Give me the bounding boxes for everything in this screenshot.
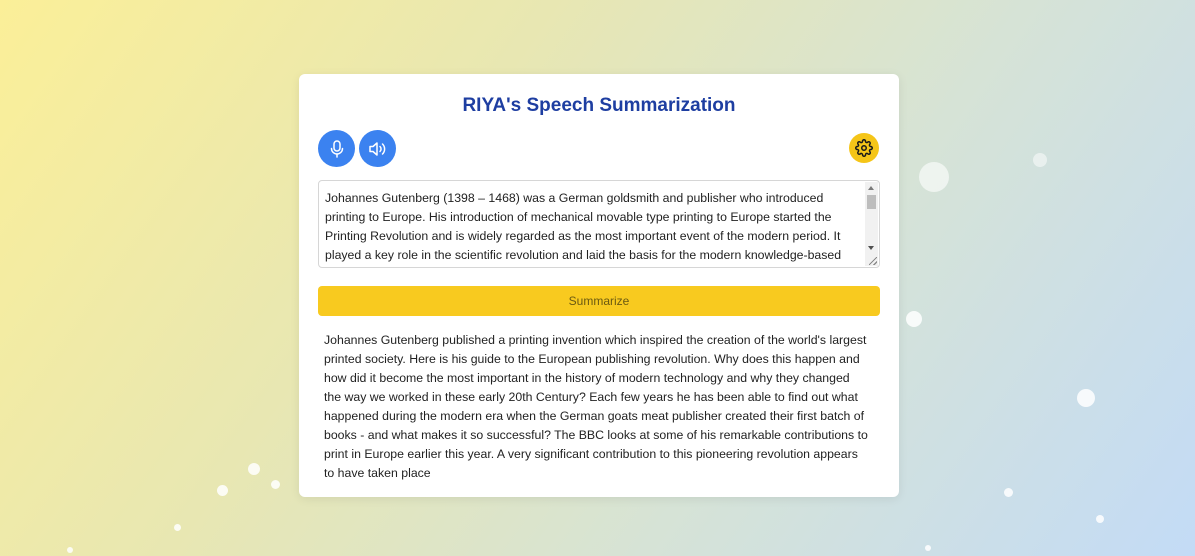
background-bubble	[1077, 389, 1095, 407]
settings-button[interactable]	[849, 133, 879, 163]
textarea-scrollbar[interactable]	[865, 182, 878, 266]
background-bubble	[1096, 515, 1104, 523]
summarizer-card: RIYA's Speech Summarization Johannes Gut…	[299, 74, 899, 497]
background-bubble	[919, 162, 949, 192]
summary-output: Johannes Gutenberg published a printing …	[324, 333, 868, 480]
background-bubble	[217, 485, 228, 496]
summarize-button[interactable]: Summarize	[318, 286, 880, 316]
background-bubble	[248, 463, 260, 475]
microphone-button[interactable]	[318, 130, 355, 167]
resize-handle-icon[interactable]	[869, 257, 877, 265]
scroll-up-arrow-icon[interactable]	[868, 186, 874, 190]
speech-text-input[interactable]: Johannes Gutenberg (1398 – 1468) was a G…	[318, 180, 880, 268]
background-bubble	[174, 524, 181, 531]
background-bubble	[906, 311, 922, 327]
background-bubble	[1004, 488, 1013, 497]
scroll-down-arrow-icon[interactable]	[868, 246, 874, 250]
scroll-thumb[interactable]	[867, 195, 876, 209]
gear-icon	[855, 139, 873, 157]
page-title: RIYA's Speech Summarization	[462, 95, 736, 116]
microphone-icon	[330, 139, 343, 158]
background-bubble	[271, 480, 280, 489]
background-bubble	[67, 547, 73, 553]
background-bubble	[1033, 153, 1047, 167]
speech-text-content: Johannes Gutenberg (1398 – 1468) was a G…	[325, 191, 842, 262]
background-bubble	[925, 545, 931, 551]
speaker-icon	[368, 141, 385, 156]
speaker-button[interactable]	[359, 130, 396, 167]
